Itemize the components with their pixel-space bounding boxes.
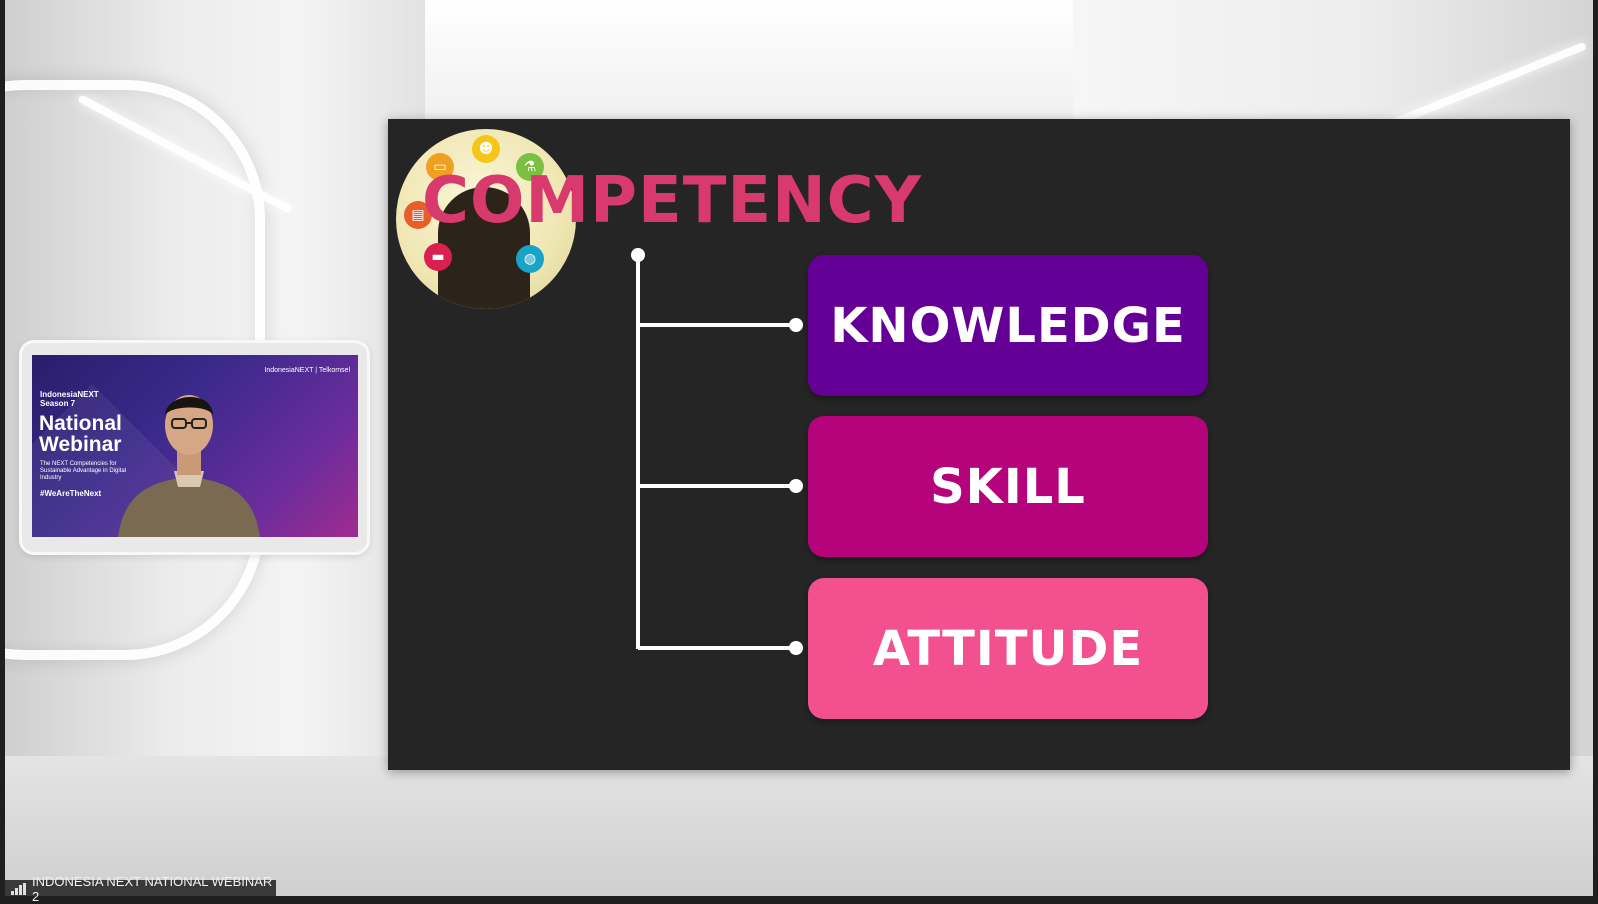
attitude-label: ATTITUDE	[872, 620, 1144, 677]
participant-name: INDONESIA NEXT NATIONAL WEBINAR 2	[32, 874, 273, 904]
event-line-1: IndonesiaNEXT	[40, 390, 99, 399]
video-hashtag: #WeAreTheNext	[40, 489, 102, 498]
speaker-video-frame[interactable]: IndonesiaNEXT | Telkomsel IndonesiaNEXT …	[22, 343, 367, 552]
background-ceiling	[335, 0, 1125, 120]
knowledge-label: KNOWLEDGE	[830, 297, 1186, 354]
video-brand: IndonesiaNEXT | Telkomsel	[264, 367, 350, 374]
signal-icon	[11, 883, 26, 895]
video-event-name: IndonesiaNEXT Season 7	[40, 390, 99, 408]
speaker-video[interactable]: IndonesiaNEXT | Telkomsel IndonesiaNEXT …	[32, 355, 358, 537]
skill-label: SKILL	[930, 458, 1086, 515]
knowledge-box: KNOWLEDGE	[808, 255, 1208, 396]
attitude-box: ATTITUDE	[808, 578, 1208, 719]
speaker-person	[118, 395, 260, 537]
presentation-slide: ☻ ▭ ⚗ ▤ ▬ ◍ COMPETENCY KNOWLEDGE SKILL A…	[388, 119, 1570, 770]
participant-name-label: INDONESIA NEXT NATIONAL WEBINAR 2	[5, 874, 276, 904]
skill-box: SKILL	[808, 416, 1208, 557]
event-line-2: Season 7	[40, 399, 76, 408]
